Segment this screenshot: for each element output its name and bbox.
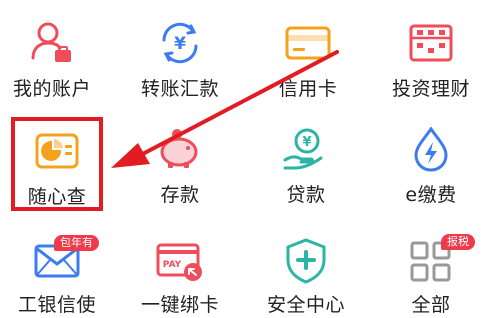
lightning-drop-icon [406,124,456,174]
grid-item-label: e缴费 [405,184,457,206]
grid-item-transfer[interactable]: ¥ 转账汇款 [120,6,240,106]
grid-item-label: 我的账户 [12,78,91,100]
grid-item-security[interactable]: 安全中心 [246,218,366,318]
grid-item-bind-card[interactable]: PAY 一键绑卡 [120,218,240,318]
promo-badge: 包年有 [54,235,99,251]
grid-item-my-account[interactable]: 我的账户 [0,6,112,106]
grid-item-e-payment[interactable]: e缴费 [371,112,482,212]
grid-item-credit-card[interactable]: 信用卡 [248,6,368,106]
grid-item-investment[interactable]: 投资理财 [371,6,482,106]
tax-badge: 报税 [441,234,475,250]
pay-card-icon: PAY [155,236,205,286]
account-icon [27,18,77,68]
grid-item-label: 信用卡 [278,78,338,100]
grid-item-label: 一键绑卡 [140,294,219,316]
highlight-box [11,117,103,211]
abacus-icon [406,18,456,68]
grid-item-all[interactable]: 报税 全部 [371,218,482,318]
grid-item-label: 转账汇款 [140,78,219,100]
hand-coin-icon: ¥ [281,124,331,174]
svg-text:¥: ¥ [302,135,311,150]
grid-item-label: 存款 [160,184,200,206]
svg-text:PAY: PAY [163,260,182,270]
grid-item-label: 安全中心 [266,294,345,316]
shield-plus-icon [281,236,331,286]
grid-item-label: 全部 [411,294,451,316]
grid-item-label: 贷款 [286,184,326,206]
piggy-bank-icon [155,124,205,174]
grid-item-deposit[interactable]: 存款 [120,112,240,212]
svg-text:¥: ¥ [174,34,186,54]
grid-item-label: 工银信使 [17,294,96,316]
credit-card-icon [283,18,333,68]
yuan-transfer-icon: ¥ [155,18,205,68]
grid-item-loan[interactable]: ¥ 贷款 [246,112,366,212]
grid-item-label: 投资理财 [391,78,470,100]
grid-item-messenger[interactable]: 包年有 工银信使 [0,218,117,318]
